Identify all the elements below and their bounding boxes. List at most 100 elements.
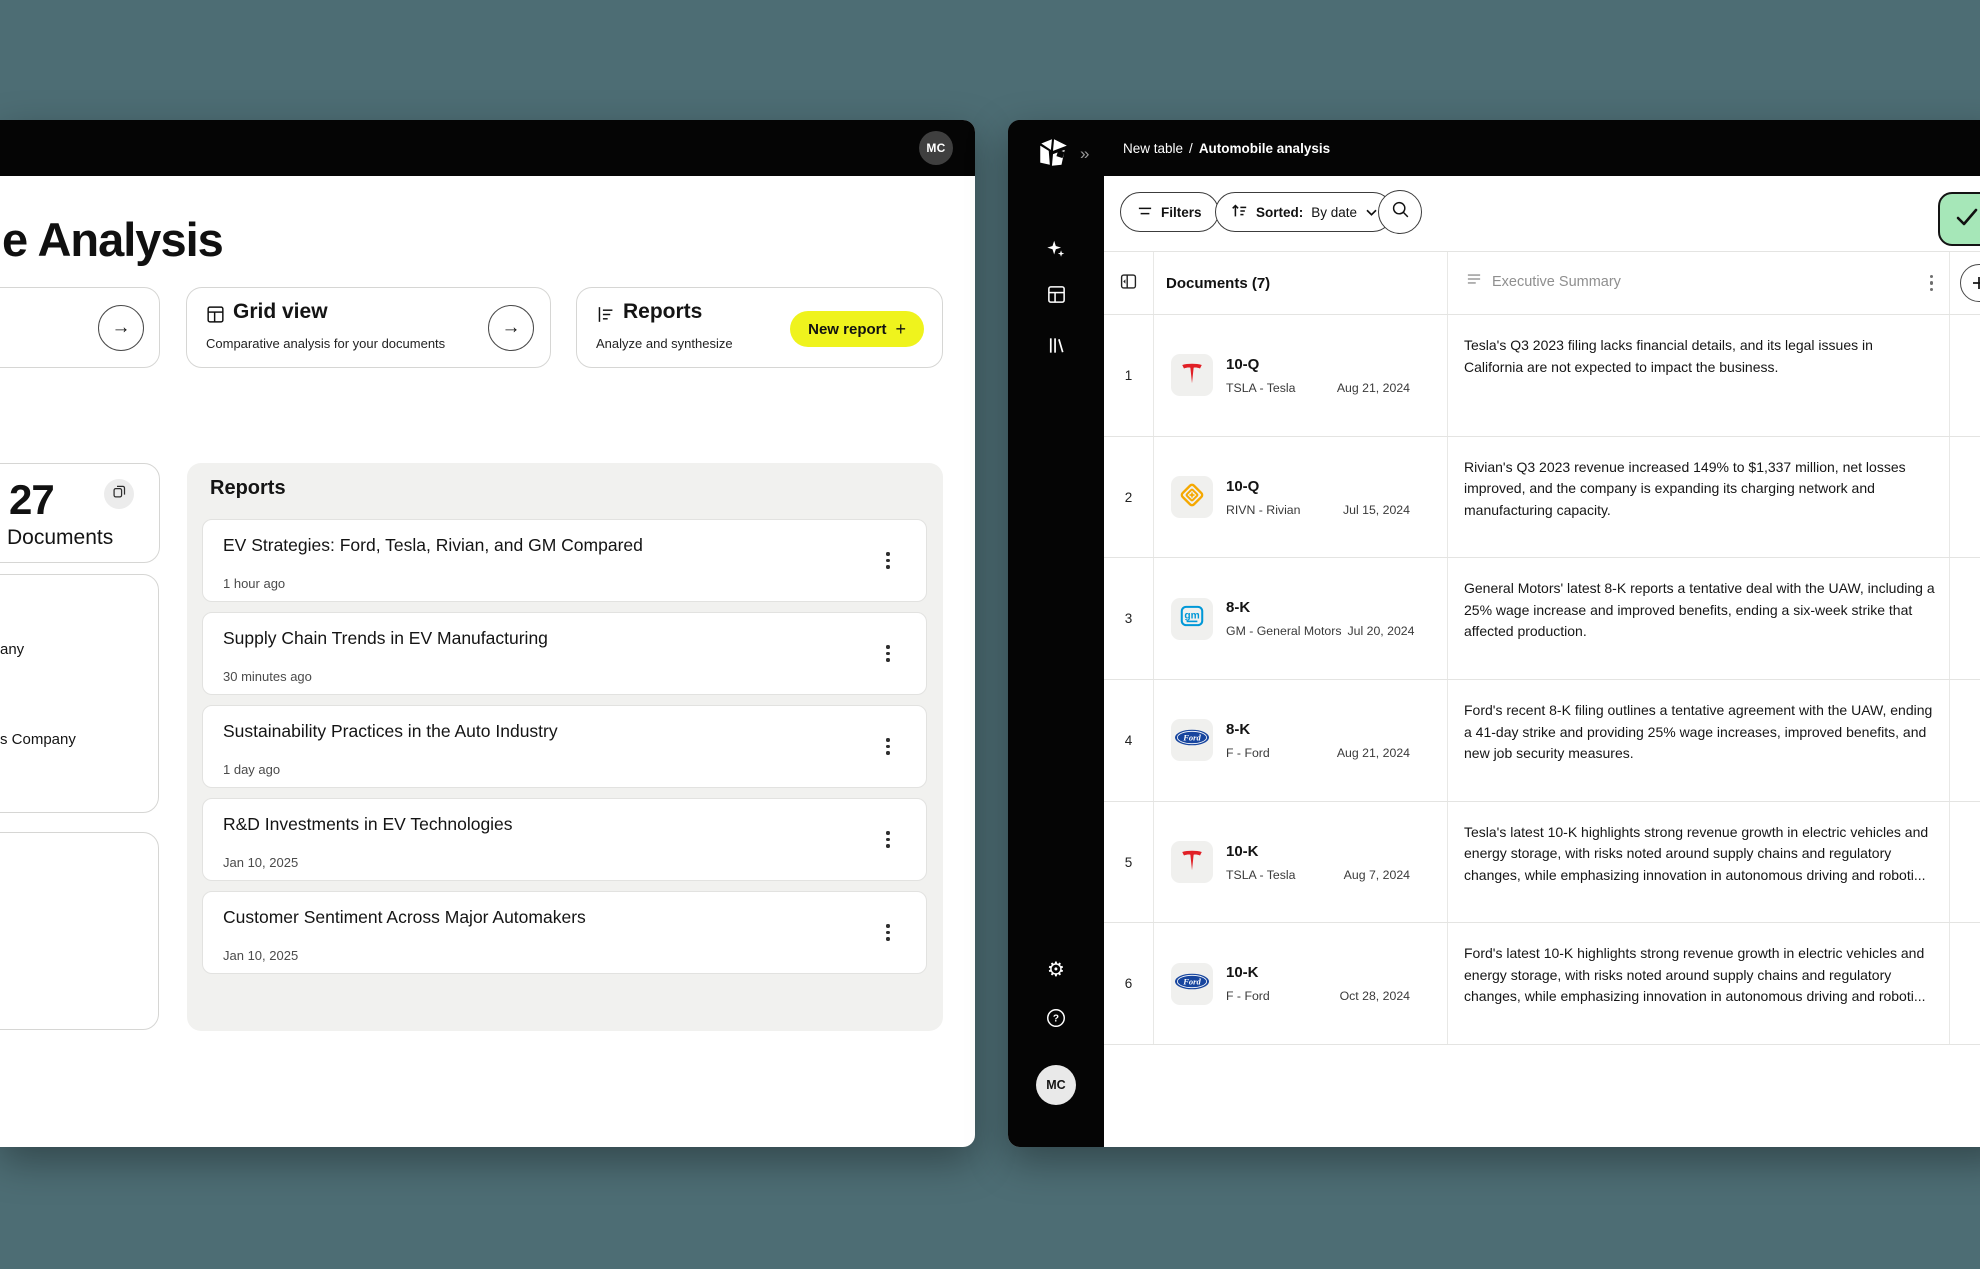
collapse-panel-icon[interactable] <box>1119 272 1138 294</box>
report-list-item[interactable]: R&D Investments in EV Technologies Jan 1… <box>202 798 927 881</box>
company-logo-tile: gm Ford <box>1171 719 1213 761</box>
document-cell[interactable]: gm Ford <box>1154 437 1448 558</box>
breadcrumb: New table / Automobile analysis <box>1123 120 1330 176</box>
report-menu-button[interactable] <box>880 830 896 850</box>
app-logo-icon[interactable] <box>1036 136 1070 175</box>
documents-header-label: Documents (7) <box>1166 275 1270 292</box>
copy-button[interactable] <box>104 479 134 509</box>
report-menu-button[interactable] <box>880 644 896 664</box>
grid-view-title: Grid view <box>233 300 328 324</box>
ticker-label: TSLA - Tesla <box>1226 381 1296 395</box>
user-avatar[interactable]: MC <box>919 131 953 165</box>
executive-summary-cell[interactable]: Ford's latest 10-K highlights strong rev… <box>1448 923 1950 1044</box>
quick-card-partial[interactable]: → <box>0 287 160 368</box>
grid-view-icon <box>206 305 225 329</box>
ticker-label: RIVN - Rivian <box>1226 503 1300 517</box>
tesla-logo-icon <box>1179 360 1205 391</box>
documents-stat-card: 27 Documents <box>0 463 160 563</box>
report-menu-button[interactable] <box>880 923 896 943</box>
table-view-icon[interactable] <box>1044 282 1068 306</box>
confirm-button[interactable] <box>1938 192 1980 246</box>
ticker-label: GM - General Motors <box>1226 624 1341 638</box>
ai-sparkle-icon[interactable] <box>1044 237 1068 261</box>
sort-button[interactable]: Sorted: By date <box>1215 192 1393 232</box>
chevron-down-icon <box>1365 205 1378 220</box>
empty-cell <box>1950 802 1980 923</box>
new-report-button[interactable]: New report + <box>790 311 924 347</box>
reports-card[interactable]: Reports Analyze and synthesize New repor… <box>576 287 943 368</box>
company-item-truncated[interactable]: any <box>0 641 24 658</box>
report-list-item[interactable]: Sustainability Practices in the Auto Ind… <box>202 705 927 788</box>
report-title: Customer Sentiment Across Major Automake… <box>223 907 586 928</box>
documents-column-header[interactable]: Documents (7) <box>1154 252 1448 314</box>
executive-summary-cell[interactable]: Rivian's Q3 2023 revenue increased 149% … <box>1448 437 1950 558</box>
report-list-item[interactable]: Supply Chain Trends in EV Manufacturing … <box>202 612 927 695</box>
company-logo-tile: gm Ford <box>1171 476 1213 518</box>
sidebar-user-avatar[interactable]: MC <box>1036 1065 1076 1105</box>
empty-cell <box>1950 437 1980 558</box>
executive-summary-cell[interactable]: Tesla's latest 10-K highlights strong re… <box>1448 802 1950 923</box>
table-body: 1 <box>1104 315 1980 1045</box>
document-cell[interactable]: gm Ford <box>1154 802 1448 923</box>
summary-column-header[interactable]: Executive Summary <box>1448 252 1950 314</box>
executive-summary-cell[interactable]: Tesla's Q3 2023 filing lacks financial d… <box>1448 315 1950 436</box>
grid-view-card[interactable]: Grid view Comparative analysis for your … <box>186 287 551 368</box>
table-row[interactable]: 6 <box>1104 923 1980 1045</box>
breadcrumb-separator: / <box>1189 141 1193 156</box>
bottom-partial-card <box>0 832 159 1030</box>
company-item-truncated[interactable]: s Company <box>0 731 76 748</box>
table-row[interactable]: 4 <box>1104 680 1980 802</box>
empty-cell <box>1950 680 1980 801</box>
filter-icon <box>1137 204 1153 221</box>
library-icon[interactable] <box>1044 333 1068 357</box>
arrow-right-icon: → <box>112 317 131 339</box>
document-meta: 10-Q TSLA - Tesla Aug 21, 2024 <box>1226 356 1410 395</box>
grid-view-arrow-button[interactable]: → <box>488 305 534 351</box>
column-type-icon <box>1466 272 1482 294</box>
report-timestamp: Jan 10, 2025 <box>223 855 298 870</box>
report-title: Supply Chain Trends in EV Manufacturing <box>223 628 548 649</box>
company-list-card <box>0 574 159 813</box>
report-menu-button[interactable] <box>880 737 896 757</box>
company-logo-tile: gm Ford <box>1171 963 1213 1005</box>
dashboard-window: MC e Analysis → Grid view Comparative an… <box>0 120 975 1147</box>
filing-date: Jul 20, 2024 <box>1347 624 1414 638</box>
column-menu-button[interactable] <box>1930 275 1933 291</box>
report-menu-button[interactable] <box>880 551 896 571</box>
filing-date: Oct 28, 2024 <box>1340 989 1410 1003</box>
table-row[interactable]: 3 <box>1104 558 1980 680</box>
table-row[interactable]: 1 <box>1104 315 1980 437</box>
table-row[interactable]: 5 <box>1104 802 1980 924</box>
filters-label: Filters <box>1161 205 1202 220</box>
copy-icon <box>112 484 127 504</box>
open-arrow-button[interactable]: → <box>98 305 144 351</box>
table-window: » <box>1008 120 1980 1147</box>
search-icon <box>1391 200 1410 224</box>
table-row[interactable]: 2 <box>1104 437 1980 559</box>
filters-button[interactable]: Filters <box>1120 192 1219 232</box>
executive-summary-cell[interactable]: General Motors' latest 8-K reports a ten… <box>1448 558 1950 679</box>
search-button[interactable] <box>1378 190 1422 234</box>
expand-sidebar-icon[interactable]: » <box>1080 144 1089 164</box>
check-icon <box>1954 206 1980 233</box>
company-logo-tile: gm Ford <box>1171 354 1213 396</box>
document-cell[interactable]: gm Ford <box>1154 680 1448 801</box>
filing-date: Aug 21, 2024 <box>1337 381 1410 395</box>
filing-type: 10-Q <box>1226 356 1410 373</box>
gm-logo-icon: gm <box>1178 602 1206 635</box>
breadcrumb-parent[interactable]: New table <box>1123 141 1183 156</box>
row-number: 3 <box>1104 558 1154 679</box>
help-icon[interactable]: ? <box>1044 1006 1068 1030</box>
document-cell[interactable]: gm Ford <box>1154 315 1448 436</box>
settings-gear-icon[interactable]: ⚙ <box>1044 957 1068 981</box>
document-cell[interactable]: gm Ford <box>1154 923 1448 1044</box>
sorted-value: By date <box>1311 205 1357 220</box>
executive-summary-cell[interactable]: Ford's recent 8-K filing outlines a tent… <box>1448 680 1950 801</box>
report-list-item[interactable]: EV Strategies: Ford, Tesla, Rivian, and … <box>202 519 927 602</box>
ticker-label: TSLA - Tesla <box>1226 868 1296 882</box>
report-title: EV Strategies: Ford, Tesla, Rivian, and … <box>223 535 643 556</box>
reports-heading: Reports <box>210 477 286 500</box>
report-list-item[interactable]: Customer Sentiment Across Major Automake… <box>202 891 927 974</box>
document-cell[interactable]: gm Ford <box>1154 558 1448 679</box>
add-column-button[interactable] <box>1960 264 1980 302</box>
